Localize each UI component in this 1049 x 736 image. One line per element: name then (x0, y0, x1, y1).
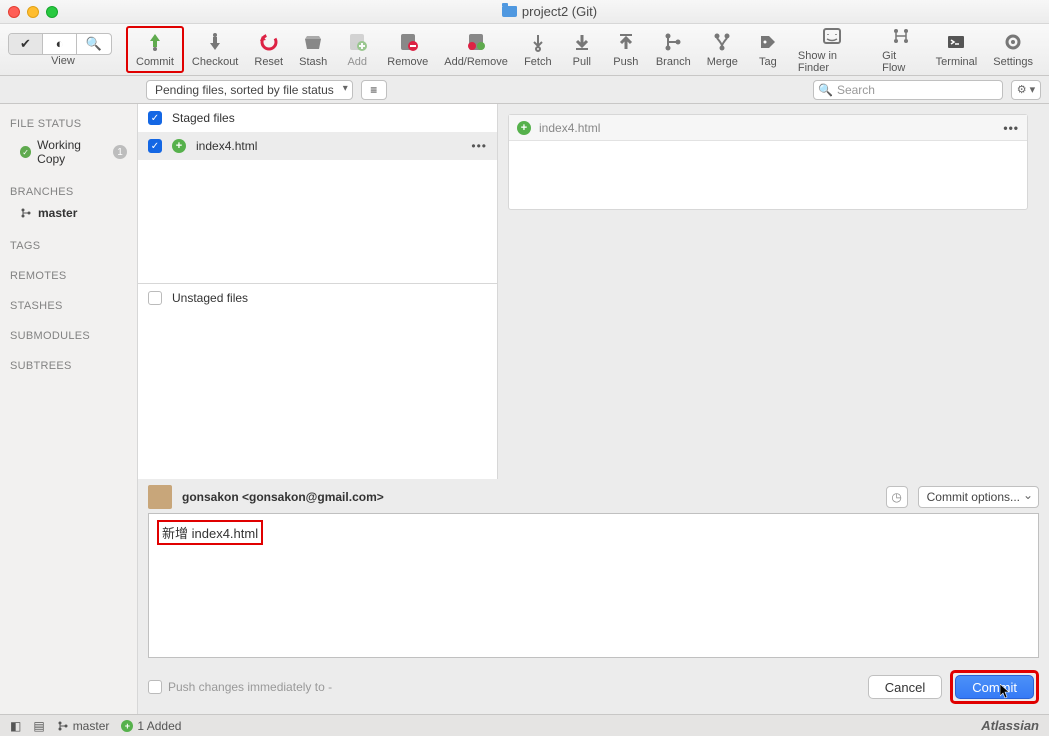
commit-message-input[interactable]: 新增 index4.html (148, 513, 1039, 658)
push-immediately-checkbox[interactable]: Push changes immediately to - (148, 680, 332, 694)
file-checkbox[interactable]: ✓ (148, 139, 162, 153)
added-file-icon: + (172, 139, 186, 153)
commit-area: gonsakon <gonsakon@gmail.com> ◷ Commit o… (138, 479, 1049, 714)
pull-button[interactable]: Pull (560, 28, 604, 71)
view-history-icon[interactable]: ◐ (43, 34, 77, 54)
view-search-icon[interactable]: 🔍 (77, 34, 111, 54)
remove-button[interactable]: Remove (379, 28, 436, 71)
stash-icon (299, 31, 327, 53)
diff-actions-icon[interactable]: ••• (1003, 121, 1019, 135)
panel-toggle-icon[interactable]: ▤ (33, 719, 44, 733)
reset-button[interactable]: Reset (246, 28, 291, 71)
merge-button[interactable]: Merge (699, 28, 746, 71)
statusbar: ◧ ▤ master + 1 Added Atlassian (0, 714, 1049, 736)
added-icon: + (121, 720, 133, 732)
tag-icon (754, 31, 782, 53)
close-window-icon[interactable] (8, 6, 20, 18)
gitflow-icon (887, 25, 915, 47)
brand-label: Atlassian (981, 718, 1039, 733)
staged-file-name: index4.html (196, 139, 257, 153)
sidebar-item-master[interactable]: master (0, 202, 137, 224)
branch-icon (20, 207, 32, 219)
working-copy-badge: 1 (113, 145, 127, 159)
commit-author: gonsakon <gonsakon@gmail.com> (182, 490, 384, 504)
sidebar-section-submodules[interactable]: SUBMODULES (0, 324, 137, 346)
pull-icon (568, 31, 596, 53)
sidebar-toggle-icon[interactable]: ◧ (10, 719, 21, 733)
search-icon: 🔍 (818, 83, 833, 97)
list-view-toggle[interactable]: ≡ (361, 80, 387, 100)
diff-panel: + index4.html ••• (508, 114, 1028, 210)
branch-icon (57, 720, 69, 732)
staged-header: ✓ Staged files (138, 104, 497, 132)
status-branch[interactable]: master (73, 719, 110, 733)
staged-file-row[interactable]: ✓ + index4.html ••• (138, 132, 497, 160)
sidebar-section-subtrees[interactable]: SUBTREES (0, 354, 137, 376)
minimize-window-icon[interactable] (27, 6, 39, 18)
filterbar: Pending files, sorted by file status ≡ 🔍… (0, 76, 1049, 104)
search-input[interactable]: 🔍 Search (813, 80, 1003, 100)
add-button[interactable]: Add (335, 28, 379, 71)
staged-checkbox-all[interactable]: ✓ (148, 111, 162, 125)
cursor-icon (1000, 684, 1012, 700)
settings-button[interactable]: Settings (985, 28, 1041, 71)
gitflow-button[interactable]: Git Flow (874, 22, 928, 77)
sidebar-section-filestatus: FILE STATUS (0, 112, 137, 134)
commit-message-text: 新增 index4.html (157, 520, 263, 545)
history-button[interactable]: ◷ (886, 486, 908, 508)
folder-icon (502, 6, 517, 17)
check-circle-icon: ✓ (20, 146, 31, 158)
unstaged-header: Unstaged files (138, 284, 497, 312)
zoom-window-icon[interactable] (46, 6, 58, 18)
branch-button[interactable]: Branch (648, 28, 699, 71)
added-file-icon: + (517, 121, 531, 135)
terminal-icon (942, 31, 970, 53)
status-added: 1 Added (137, 719, 181, 733)
commit-options-dropdown[interactable]: Commit options... (918, 486, 1039, 508)
titlebar: project2 (Git) (0, 0, 1049, 24)
show-in-finder-button[interactable]: Show in Finder (790, 22, 874, 77)
diff-file-name: index4.html (539, 121, 600, 135)
checkout-button[interactable]: Checkout (184, 28, 246, 71)
fetch-icon (524, 31, 552, 53)
unstaged-checkbox-all[interactable] (148, 291, 162, 305)
checkout-icon (201, 31, 229, 53)
finder-icon (818, 25, 846, 47)
commit-confirm-button[interactable]: Commit (955, 675, 1034, 699)
file-filter-dropdown[interactable]: Pending files, sorted by file status (146, 80, 353, 100)
branch-icon (659, 31, 687, 53)
addremove-icon (462, 31, 490, 53)
view-commit-icon[interactable]: ✔ (9, 34, 43, 54)
view-segmented[interactable]: ✔ ◐ 🔍 (8, 33, 112, 55)
commit-icon (141, 31, 169, 53)
remove-icon (394, 31, 422, 53)
sidebar-item-working-copy[interactable]: ✓ Working Copy 1 (0, 134, 137, 170)
file-actions-icon[interactable]: ••• (471, 139, 487, 153)
sidebar-section-branches: BRANCHES (0, 180, 137, 202)
cancel-button[interactable]: Cancel (868, 675, 942, 699)
add-icon (343, 31, 371, 53)
sidebar-section-stashes[interactable]: STASHES (0, 294, 137, 316)
toolbar: ✔ ◐ 🔍 View Commit Checkout Reset Stash A… (0, 24, 1049, 76)
sidebar: FILE STATUS ✓ Working Copy 1 BRANCHES ma… (0, 104, 138, 714)
sidebar-section-remotes[interactable]: REMOTES (0, 264, 137, 286)
addremove-button[interactable]: Add/Remove (436, 28, 516, 71)
view-options-dropdown[interactable]: ⚙ ▾ (1011, 80, 1041, 100)
avatar (148, 485, 172, 509)
merge-icon (708, 31, 736, 53)
push-button[interactable]: Push (604, 28, 648, 71)
sidebar-section-tags[interactable]: TAGS (0, 234, 137, 256)
reset-icon (255, 31, 283, 53)
terminal-button[interactable]: Terminal (928, 28, 986, 71)
view-label: View (51, 55, 75, 67)
checkbox-icon (148, 680, 162, 694)
stash-button[interactable]: Stash (291, 28, 335, 71)
window-title: project2 (Git) (522, 4, 597, 19)
push-icon (612, 31, 640, 53)
gear-icon (999, 31, 1027, 53)
fetch-button[interactable]: Fetch (516, 28, 560, 71)
window-controls (8, 6, 58, 18)
commit-button[interactable]: Commit (126, 26, 184, 73)
tag-button[interactable]: Tag (746, 28, 790, 71)
